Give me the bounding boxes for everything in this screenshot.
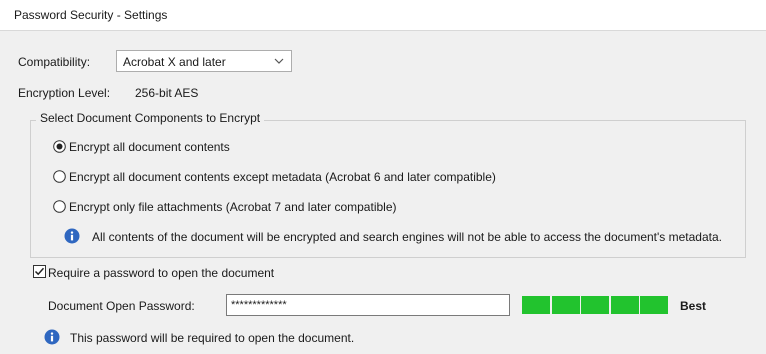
strength-segment [551,296,580,314]
radio-encrypt-all[interactable] [53,140,66,153]
open-password-info-text: This password will be required to open t… [70,331,355,345]
password-strength-meter [522,296,668,314]
open-password-label: Document Open Password: [48,299,195,313]
chevron-down-icon [274,58,284,64]
strength-segment [610,296,639,314]
info-icon [64,228,80,244]
password-security-dialog: Password Security - Settings Compatibili… [0,0,766,354]
encrypt-info-text: All contents of the document will be enc… [92,230,722,244]
compatibility-selected-value: Acrobat X and later [123,55,226,69]
compatibility-dropdown[interactable]: Acrobat X and later [116,50,292,72]
strength-segment [581,296,609,314]
title-bar: Password Security - Settings [0,0,766,31]
encryption-level-value: 256-bit AES [135,86,199,100]
strength-segment [522,296,550,314]
encryption-level-label: Encryption Level: [18,86,111,100]
compatibility-label: Compatibility: [18,55,91,69]
require-password-label[interactable]: Require a password to open the document [48,266,274,280]
encrypt-components-group-label: Select Document Components to Encrypt [36,111,265,125]
radio-encrypt-attachments[interactable] [53,200,66,213]
radio-encrypt-attachments-label[interactable]: Encrypt only file attachments (Acrobat 7… [69,200,397,214]
radio-encrypt-all-label[interactable]: Encrypt all document contents [69,140,230,154]
info-icon [44,329,60,345]
require-password-checkbox[interactable] [33,265,46,278]
strength-segment [640,296,668,314]
password-strength-label: Best [680,299,707,313]
radio-encrypt-except-metadata-label[interactable]: Encrypt all document contents except met… [69,170,496,184]
open-password-input[interactable] [226,294,510,316]
radio-encrypt-except-metadata[interactable] [53,170,66,183]
window-title: Password Security - Settings [14,8,168,22]
